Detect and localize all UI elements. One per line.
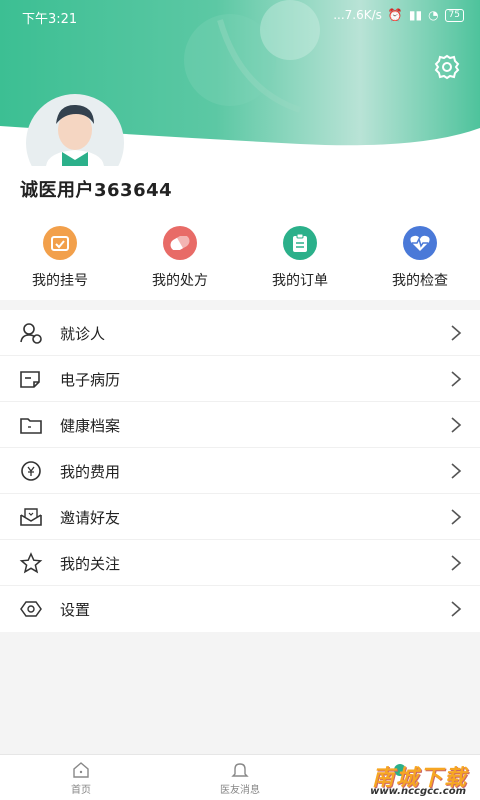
chevron-right-icon: [451, 463, 462, 479]
yuan-coin-icon: [18, 459, 44, 483]
quick-action-prescription[interactable]: 我的处方: [120, 226, 240, 296]
clipboard-icon: [283, 226, 317, 260]
medical-record-icon: [18, 367, 44, 391]
quick-action-registration[interactable]: 我的挂号: [0, 226, 120, 296]
menu-item-medical-records[interactable]: 电子病历: [0, 356, 480, 402]
chevron-right-icon: [451, 555, 462, 571]
watermark: 南城下载 www.nccgcc.com: [358, 760, 478, 800]
chevron-right-icon: [451, 601, 462, 617]
nav-label: 医友消息: [220, 785, 260, 796]
nav-item-messages[interactable]: 医友消息: [200, 761, 280, 796]
network-speed: ...7.6K/s: [333, 8, 382, 22]
chevron-right-icon: [451, 325, 462, 341]
menu-item-label: 健康档案: [60, 417, 121, 435]
status-indicators: ...7.6K/s ⏰ ▮▮ ◔ 75: [333, 8, 464, 22]
quick-actions: 我的挂号 我的处方 我的订单 我的检查: [0, 226, 480, 296]
menu-item-patients[interactable]: 就诊人: [0, 310, 480, 356]
heartbeat-icon: [403, 226, 437, 260]
quick-action-exams[interactable]: 我的检查: [360, 226, 480, 296]
menu-item-invite-friends[interactable]: 邀请好友: [0, 494, 480, 540]
username: 诚医用户363644: [20, 180, 173, 201]
alarm-icon: ⏰: [387, 8, 403, 22]
status-time: 下午3:21: [22, 12, 78, 27]
hexagon-settings-icon: [18, 597, 44, 621]
menu-item-following[interactable]: 我的关注: [0, 540, 480, 586]
settings-button[interactable]: [432, 52, 462, 82]
wifi-icon: ◔: [428, 8, 439, 22]
gear-icon: [434, 54, 460, 80]
menu-item-label: 就诊人: [60, 325, 106, 343]
quick-action-label: 我的检查: [392, 273, 448, 289]
patient-icon: [18, 321, 44, 345]
chevron-right-icon: [451, 417, 462, 433]
menu-list: 就诊人 电子病历 健康档案 我的费用 邀请好友 我的关注 设置: [0, 310, 480, 632]
quick-action-label: 我的挂号: [32, 273, 88, 289]
menu-item-label: 设置: [60, 601, 91, 619]
chevron-right-icon: [451, 371, 462, 387]
avatar[interactable]: [26, 94, 124, 166]
menu-item-label: 电子病历: [60, 371, 121, 389]
battery-icon: 75: [444, 8, 464, 22]
menu-item-health-archive[interactable]: 健康档案: [0, 402, 480, 448]
menu-item-expenses[interactable]: 我的费用: [0, 448, 480, 494]
star-icon: [18, 551, 44, 575]
quick-action-label: 我的处方: [152, 273, 208, 289]
signal-icon: ▮▮: [408, 8, 423, 22]
pill-icon: [163, 226, 197, 260]
chevron-right-icon: [451, 509, 462, 525]
profile-header: 下午3:21 ...7.6K/s ⏰ ▮▮ ◔ 75 诚医用户363644 我的…: [0, 0, 480, 300]
menu-item-label: 邀请好友: [60, 509, 121, 527]
home-icon: [73, 762, 89, 778]
quick-action-label: 我的订单: [272, 273, 328, 289]
status-bar: 下午3:21 ...7.6K/s ⏰ ▮▮ ◔ 75: [0, 0, 480, 32]
nav-item-home[interactable]: 首页: [41, 761, 121, 796]
bell-icon: [231, 763, 249, 777]
calendar-check-icon: [43, 226, 77, 260]
folder-icon: [18, 413, 44, 437]
watermark-url: www.nccgcc.com: [370, 786, 466, 797]
quick-action-orders[interactable]: 我的订单: [240, 226, 360, 296]
invite-envelope-icon: [18, 505, 44, 529]
menu-item-label: 我的关注: [60, 555, 121, 573]
menu-item-settings[interactable]: 设置: [0, 586, 480, 632]
nav-label: 首页: [71, 785, 91, 796]
menu-item-label: 我的费用: [60, 463, 121, 481]
